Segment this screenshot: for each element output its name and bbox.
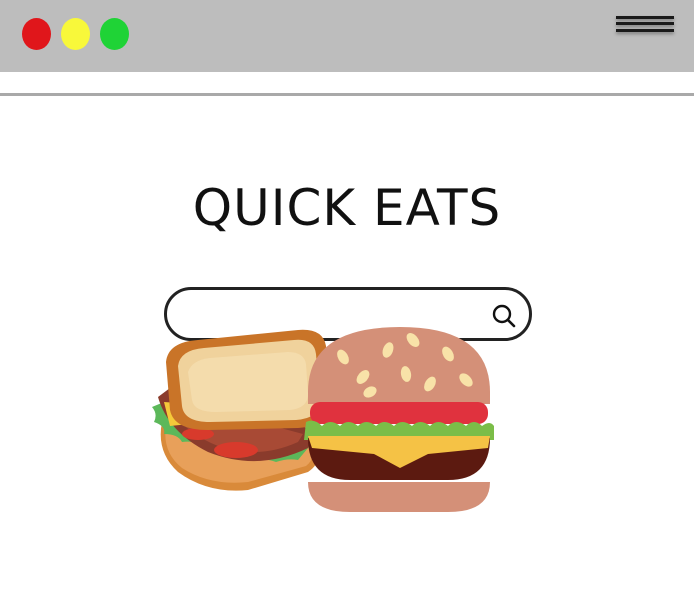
app-window: QUICK EATS (0, 0, 694, 615)
close-window-button[interactable] (22, 18, 51, 50)
hamburger-menu-icon[interactable] (613, 12, 677, 40)
menu-line (616, 22, 674, 25)
sandwich-icon (152, 329, 330, 491)
food-illustration (152, 327, 494, 512)
page-title: QUICK EATS (192, 178, 502, 237)
header-divider (0, 93, 694, 96)
menu-line (616, 29, 674, 32)
minimize-window-button[interactable] (61, 18, 90, 50)
menu-line (616, 16, 674, 19)
burger-icon (304, 327, 494, 512)
title-bar (0, 0, 694, 72)
maximize-window-button[interactable] (100, 18, 129, 50)
